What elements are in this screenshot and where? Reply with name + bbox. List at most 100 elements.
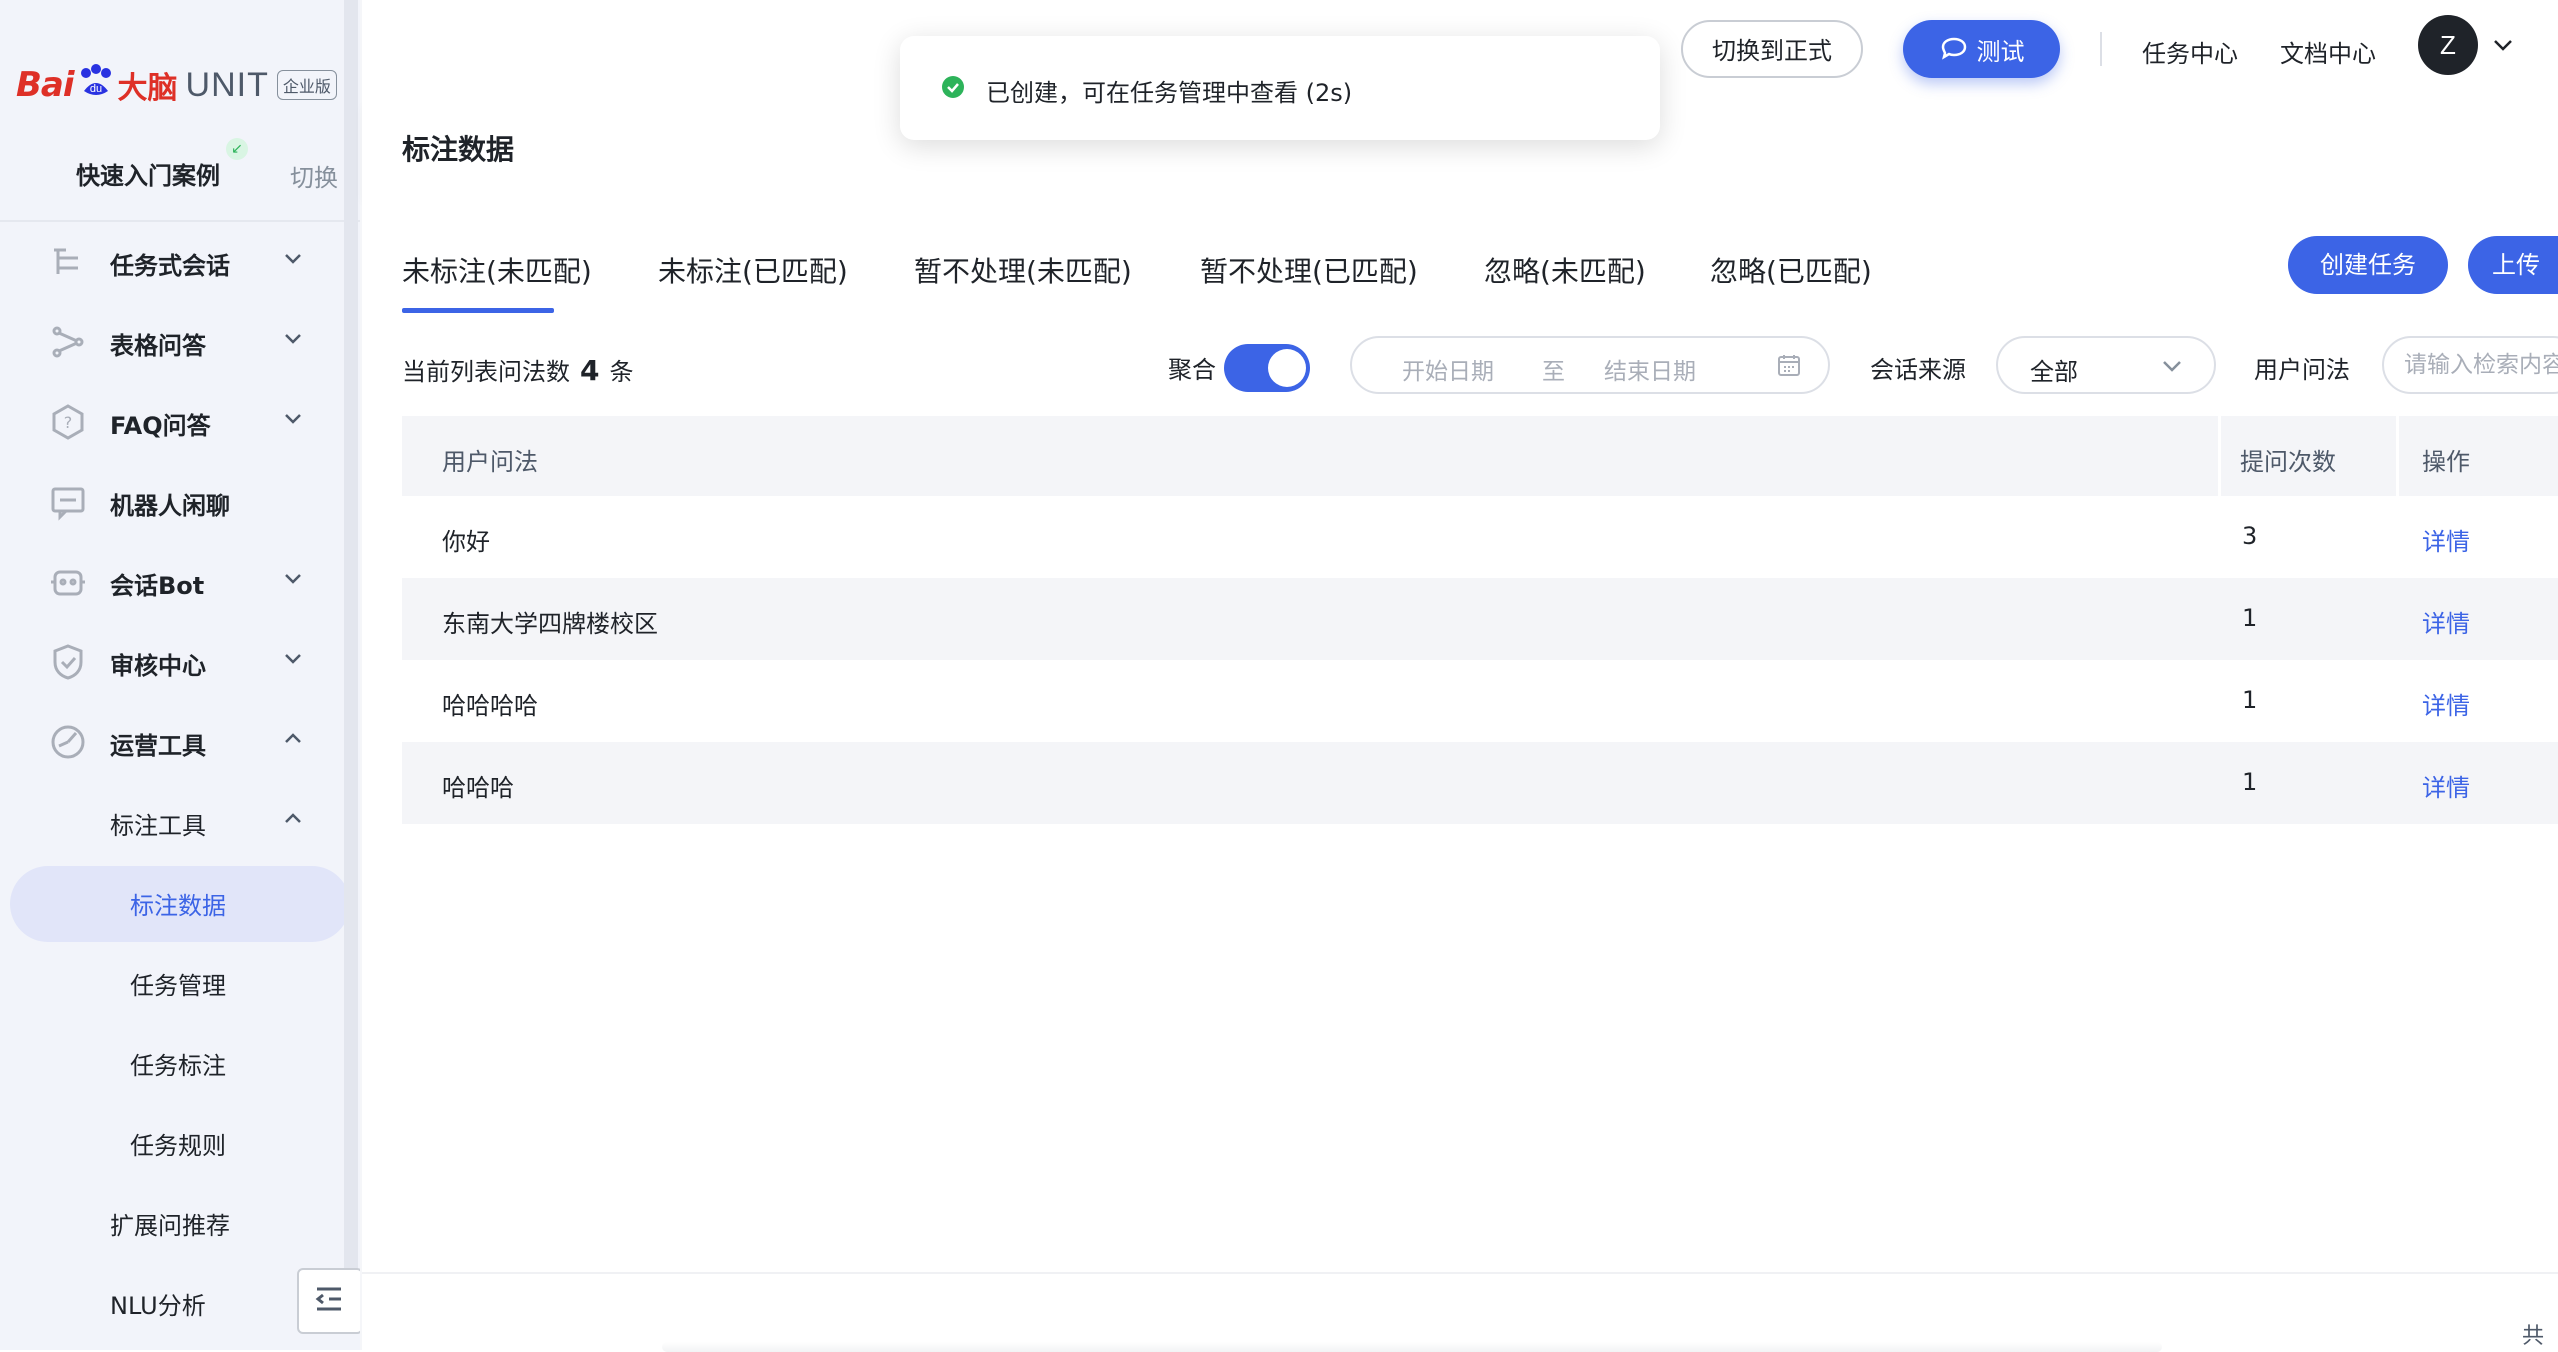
check-circle-icon xyxy=(942,76,964,98)
logo-naonao: 大脑 xyxy=(117,71,178,106)
quick-start-link[interactable]: 快速入门案例 xyxy=(76,156,220,191)
sidebar-item-label: 表格问答 xyxy=(110,332,206,360)
column-header-count: 提问次数 xyxy=(2240,448,2336,476)
bot-icon xyxy=(51,570,85,596)
sidebar-item-task-annotation[interactable]: 任务标注 xyxy=(0,1022,345,1102)
sidebar-item-label: 会话Bot xyxy=(110,572,205,600)
column-header-query: 用户问法 xyxy=(442,448,538,476)
sidebar-item-bot[interactable]: 会话Bot xyxy=(0,542,345,622)
date-separator: 至 xyxy=(1542,359,1565,385)
arrow-icon: ↙ xyxy=(226,138,248,160)
details-link[interactable]: 详情 xyxy=(2422,768,2470,803)
query-cell: 东南大学四牌楼校区 xyxy=(442,610,658,638)
test-button-label: 测试 xyxy=(1976,37,2025,66)
chevron-down-icon xyxy=(285,254,301,264)
sidebar-item-label: 审核中心 xyxy=(110,652,206,680)
tab-pending-matched[interactable]: 暂不处理(已匹配) xyxy=(1200,250,1418,290)
table-row: 哈哈哈 1 详情 xyxy=(402,742,2558,824)
chevron-down-icon xyxy=(285,414,301,424)
sidebar-item-label: 任务管理 xyxy=(130,972,226,1000)
main-content: 未标注(未匹配) 未标注(已匹配) 暂不处理(未匹配) 暂不处理(已匹配) 忽略… xyxy=(362,196,2558,1350)
details-link[interactable]: 详情 xyxy=(2422,522,2470,557)
docs-center-link[interactable]: 文档中心 xyxy=(2280,34,2376,69)
sidebar-item-annotation-data[interactable]: 标注数据 xyxy=(0,862,350,942)
sidebar-item-label: 标注数据 xyxy=(130,892,226,920)
sidebar-item-ops[interactable]: 运营工具 xyxy=(0,702,345,782)
table-row: 东南大学四牌楼校区 1 详情 xyxy=(402,578,2558,660)
sidebar-item-label: 扩展问推荐 xyxy=(110,1212,230,1240)
faq-icon: ? xyxy=(52,404,84,440)
count-cell: 1 xyxy=(2242,604,2258,632)
avatar[interactable]: Z xyxy=(2418,15,2478,75)
success-toast: 已创建，可在任务管理中查看 (2s) xyxy=(900,36,1660,140)
column-header-action: 操作 xyxy=(2422,448,2470,476)
horizontal-scrollbar[interactable] xyxy=(662,1342,2162,1352)
task-center-link[interactable]: 任务中心 xyxy=(2142,34,2238,69)
sidebar-group-annotation-tool[interactable]: 标注工具 xyxy=(0,782,345,862)
test-button[interactable]: 测试 xyxy=(1903,20,2060,78)
aggregate-toggle[interactable] xyxy=(1224,344,1310,392)
edition-badge: 企业版 xyxy=(276,70,337,100)
date-range-picker[interactable]: 开始日期 至 结束日期 xyxy=(1350,336,1830,394)
sidebar-item-label: FAQ问答 xyxy=(110,412,211,440)
queries-table: 用户问法 提问次数 操作 你好 3 详情 东南大学四牌楼校区 1 详情 哈哈哈哈… xyxy=(402,416,2558,824)
count-suffix: 条 xyxy=(609,358,634,386)
sidebar-item-extension-recommend[interactable]: 扩展问推荐 xyxy=(0,1182,345,1262)
session-source-value: 全部 xyxy=(2030,358,2078,386)
create-task-button[interactable]: 创建任务 xyxy=(2288,236,2448,294)
query-cell: 哈哈哈哈 xyxy=(442,692,538,720)
sidebar-item-task-dialog[interactable]: 任务式会话 xyxy=(0,222,345,302)
sidebar-item-table-qa[interactable]: 表格问答 xyxy=(0,302,345,382)
collapse-sidebar-button[interactable] xyxy=(297,1268,360,1334)
switch-link[interactable]: 切换 xyxy=(290,158,338,193)
chevron-down-icon xyxy=(285,654,301,664)
sidebar-item-faq[interactable]: ? FAQ问答 xyxy=(0,382,345,462)
tab-ignored-matched[interactable]: 忽略(已匹配) xyxy=(1710,250,1872,290)
upload-button[interactable]: 上传 xyxy=(2468,236,2558,294)
user-query-input[interactable] xyxy=(2402,351,2558,379)
sidebar-scrollbar[interactable] xyxy=(344,0,358,1270)
sidebar-item-review[interactable]: 审核中心 xyxy=(0,622,345,702)
user-query-search[interactable] xyxy=(2382,336,2558,394)
brand-logo[interactable]: Bai du 大脑 UNIT 企业版 xyxy=(16,50,337,120)
chevron-up-icon xyxy=(285,813,301,823)
sidebar-item-chitchat[interactable]: 机器人闲聊 xyxy=(0,462,345,542)
tab-pending-unmatched[interactable]: 暂不处理(未匹配) xyxy=(914,250,1132,290)
total-label: 共 xyxy=(2522,1324,2545,1349)
chevron-down-icon xyxy=(285,574,301,584)
details-link[interactable]: 详情 xyxy=(2422,686,2470,721)
sidebar-item-nlu-analysis[interactable]: NLU分析 xyxy=(0,1262,345,1342)
quick-start-bar: 快速入门案例 ↙ 切换 xyxy=(0,128,360,222)
paw-icon: du xyxy=(76,61,116,109)
switch-to-production-button[interactable]: 切换到正式 xyxy=(1681,20,1863,78)
topbar-divider xyxy=(2100,32,2102,66)
chat-icon xyxy=(51,487,85,521)
svg-text:?: ? xyxy=(64,413,73,432)
sidebar-item-label: 标注工具 xyxy=(110,812,206,840)
sidebar-item-label: 任务规则 xyxy=(130,1132,226,1160)
session-source-label: 会话来源 xyxy=(1870,356,1966,384)
column-divider xyxy=(2396,416,2399,496)
column-divider xyxy=(2218,416,2221,496)
logo-bai: Bai xyxy=(16,65,75,105)
sidebar-item-task-rules[interactable]: 任务规则 xyxy=(0,1102,345,1182)
count-cell: 1 xyxy=(2242,768,2258,796)
sidebar-item-label: NLU分析 xyxy=(110,1292,206,1320)
session-source-select[interactable]: 全部 xyxy=(1996,336,2216,394)
query-count: 当前列表问法数 4 条 xyxy=(402,352,633,387)
tab-unlabeled-matched[interactable]: 未标注(已匹配) xyxy=(658,250,848,290)
table-header: 用户问法 提问次数 操作 xyxy=(402,416,2558,496)
sidebar-item-label: 运营工具 xyxy=(110,732,206,760)
details-link[interactable]: 详情 xyxy=(2422,604,2470,639)
pagination-footer: 共 xyxy=(362,1272,2558,1352)
chevron-down-icon[interactable] xyxy=(2488,30,2518,60)
count-prefix: 当前列表问法数 xyxy=(402,358,570,386)
chevron-up-icon xyxy=(285,733,301,743)
chevron-down-icon xyxy=(285,334,301,344)
chat-bubble-icon xyxy=(1941,37,1966,60)
sidebar-item-label: 机器人闲聊 xyxy=(110,492,230,520)
end-date-placeholder: 结束日期 xyxy=(1604,359,1696,385)
tab-ignored-unmatched[interactable]: 忽略(未匹配) xyxy=(1484,250,1646,290)
sidebar-item-task-management[interactable]: 任务管理 xyxy=(0,942,345,1022)
tab-unlabeled-unmatched[interactable]: 未标注(未匹配) xyxy=(402,250,592,290)
